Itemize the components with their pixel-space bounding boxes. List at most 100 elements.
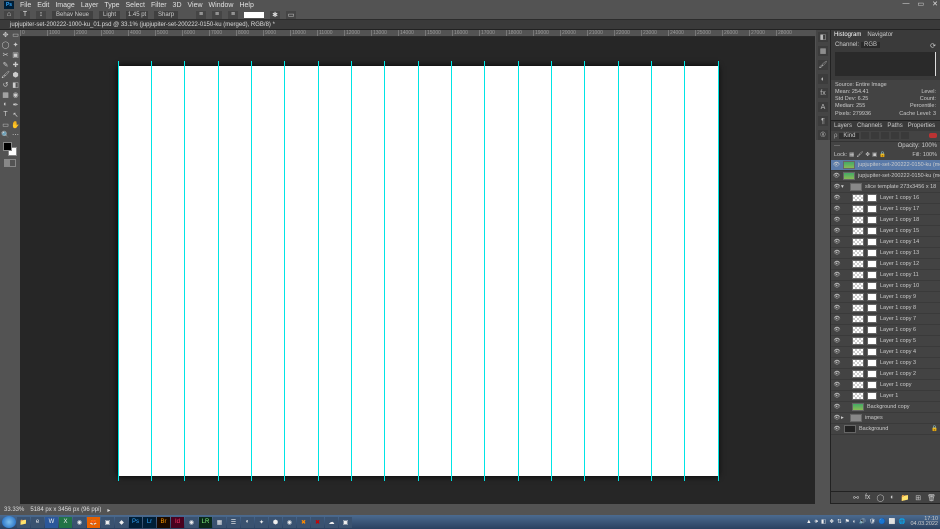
menu-window[interactable]: Window — [209, 2, 234, 9]
layer-row[interactable]: 👁Layer 1 copy 16 — [831, 193, 940, 204]
task-word-icon[interactable]: W — [45, 517, 58, 528]
layer-row[interactable]: 👁Layer 1 copy 3 — [831, 358, 940, 369]
filter-shape-icon[interactable] — [891, 132, 899, 139]
new-layer-icon[interactable]: ⊞ — [915, 494, 921, 502]
layer-thumbnail[interactable] — [852, 392, 864, 400]
link-layers-icon[interactable]: ⚯ — [853, 494, 859, 502]
layer-mask-thumb[interactable] — [867, 260, 877, 268]
tab-channels[interactable]: Channels — [857, 123, 882, 129]
guide-line[interactable] — [118, 61, 119, 481]
layer-thumbnail[interactable] — [844, 425, 856, 433]
layer-mask-thumb[interactable] — [867, 392, 877, 400]
layer-name[interactable]: Layer 1 copy 14 — [880, 239, 919, 245]
group-arrow-icon[interactable]: ▸ — [841, 415, 847, 421]
layer-thumbnail[interactable] — [852, 315, 864, 323]
layer-name[interactable]: jupjupiter-set-200222-0150-ku (merged) — [858, 173, 940, 179]
guide-line[interactable] — [518, 61, 519, 481]
layer-name[interactable]: Layer 1 — [880, 393, 898, 399]
layer-visibility-icon[interactable]: 👁 — [833, 206, 841, 212]
color-swatches[interactable] — [3, 142, 17, 156]
menu-help[interactable]: Help — [239, 2, 253, 9]
menu-filter[interactable]: Filter — [151, 2, 167, 9]
filter-pixel-icon[interactable] — [861, 132, 869, 139]
layer-mask-thumb[interactable] — [867, 315, 877, 323]
lasso-tool-icon[interactable]: ◯ — [1, 40, 10, 49]
task-app5-icon[interactable]: ☰ — [227, 517, 240, 528]
layer-row[interactable]: 👁Layer 1 copy 10 — [831, 281, 940, 292]
layer-thumbnail[interactable] — [843, 172, 855, 180]
dodge-tool-icon[interactable]: ◐ — [1, 100, 10, 109]
layer-row[interactable]: 👁 jupjupiter-set-200222-0150-ku (merged) — [831, 171, 940, 182]
layer-mask-thumb[interactable] — [867, 194, 877, 202]
layer-mask-thumb[interactable] — [867, 238, 877, 246]
layer-thumbnail[interactable] — [852, 260, 864, 268]
layer-mask-thumb[interactable] — [867, 348, 877, 356]
pen-tool-icon[interactable]: ✒ — [11, 100, 20, 109]
quickmask-toggle[interactable] — [4, 159, 16, 167]
layer-name[interactable]: Layer 1 copy 13 — [880, 250, 919, 256]
layer-thumbnail[interactable] — [852, 370, 864, 378]
layer-name[interactable]: Layer 1 copy 6 — [880, 327, 916, 333]
tray-icon[interactable]: 🌐 — [899, 519, 906, 525]
filter-toggle[interactable] — [929, 133, 937, 138]
task-app7-icon[interactable]: ✦ — [255, 517, 268, 528]
menu-file[interactable]: File — [20, 2, 31, 9]
layer-mask-thumb[interactable] — [867, 216, 877, 224]
layer-visibility-icon[interactable]: 👁 — [833, 162, 840, 168]
start-button[interactable] — [2, 516, 16, 528]
tray-icon[interactable]: ⇅ — [837, 519, 842, 525]
gradient-tool-icon[interactable]: ▦ — [1, 90, 10, 99]
guide-line[interactable] — [184, 61, 185, 481]
layer-mask-thumb[interactable] — [867, 337, 877, 345]
layer-row[interactable]: 👁Layer 1 copy 9 — [831, 292, 940, 303]
dock-styles-icon[interactable]: fx — [818, 88, 828, 98]
layer-thumbnail[interactable] — [852, 227, 864, 235]
doc-dimensions[interactable]: 5184 px x 3456 px (96 ppi) — [30, 507, 101, 513]
hand-tool-icon[interactable]: ✋ — [11, 120, 20, 129]
dock-glyph-icon[interactable]: ® — [818, 130, 828, 140]
guide-line[interactable] — [551, 61, 552, 481]
font-family-dropdown[interactable]: Behav Neue — [52, 11, 93, 19]
tray-icon[interactable]: 🔊 — [859, 519, 866, 525]
filter-type-icon[interactable] — [881, 132, 889, 139]
tab-layers[interactable]: Layers — [834, 123, 852, 129]
layer-row[interactable]: 👁Layer 1 copy 7 — [831, 314, 940, 325]
zoom-tool-icon[interactable]: 🔍 — [1, 130, 10, 139]
layer-row[interactable]: 👁 jupjupiter-set-200222-0150-ku (merged) — [831, 160, 940, 171]
taskbar-clock[interactable]: 17:10 04.03.2022 — [910, 517, 938, 528]
font-size-input[interactable]: 1.45 pt — [126, 11, 148, 19]
panels-toggle-icon[interactable]: ▭ — [286, 11, 296, 19]
tab-navigator[interactable]: Navigator — [867, 32, 893, 38]
task-explorer-icon[interactable]: 📁 — [17, 517, 30, 528]
window-close-icon[interactable]: ✕ — [932, 0, 938, 8]
tab-histogram[interactable]: Histogram — [834, 32, 861, 38]
layer-mask-thumb[interactable] — [867, 282, 877, 290]
layer-thumbnail[interactable] — [852, 238, 864, 246]
layer-thumbnail[interactable] — [852, 403, 864, 411]
window-maximize-icon[interactable]: ▭ — [918, 0, 925, 8]
layer-visibility-icon[interactable]: 👁 — [833, 173, 840, 179]
layer-thumbnail[interactable] — [852, 326, 864, 334]
heal-tool-icon[interactable]: ✚ — [11, 60, 20, 69]
layer-name[interactable]: Layer 1 copy 12 — [880, 261, 919, 267]
layer-thumbnail[interactable] — [852, 337, 864, 345]
layer-name[interactable]: jupjupiter-set-200222-0150-ku (merged) — [858, 162, 940, 168]
status-arrow-icon[interactable]: ▸ — [107, 507, 110, 514]
guide-line[interactable] — [384, 61, 385, 481]
lock-pixels-icon[interactable]: 🖌 — [856, 152, 863, 158]
align-right-icon[interactable]: ≡ — [228, 11, 238, 19]
filter-smart-icon[interactable] — [901, 132, 909, 139]
dock-char-icon[interactable]: A — [818, 102, 828, 112]
task-app4-icon[interactable]: ▦ — [213, 517, 226, 528]
tray-icon[interactable]: 🔵 — [879, 519, 886, 525]
layer-row[interactable]: 👁Layer 1 copy 5 — [831, 336, 940, 347]
layer-row[interactable]: 👁Background🔒 — [831, 424, 940, 435]
layer-row[interactable]: 👁Layer 1 copy 2 — [831, 369, 940, 380]
task-app2-icon[interactable]: ◆ — [115, 517, 128, 528]
layer-thumbnail[interactable] — [852, 271, 864, 279]
eyedropper-tool-icon[interactable]: ✎ — [1, 60, 10, 69]
stamp-tool-icon[interactable]: ⬢ — [11, 70, 20, 79]
layer-thumbnail[interactable] — [852, 249, 864, 257]
task-lr-icon[interactable]: Lr — [143, 517, 156, 528]
layer-visibility-icon[interactable]: 👁 — [833, 316, 841, 322]
